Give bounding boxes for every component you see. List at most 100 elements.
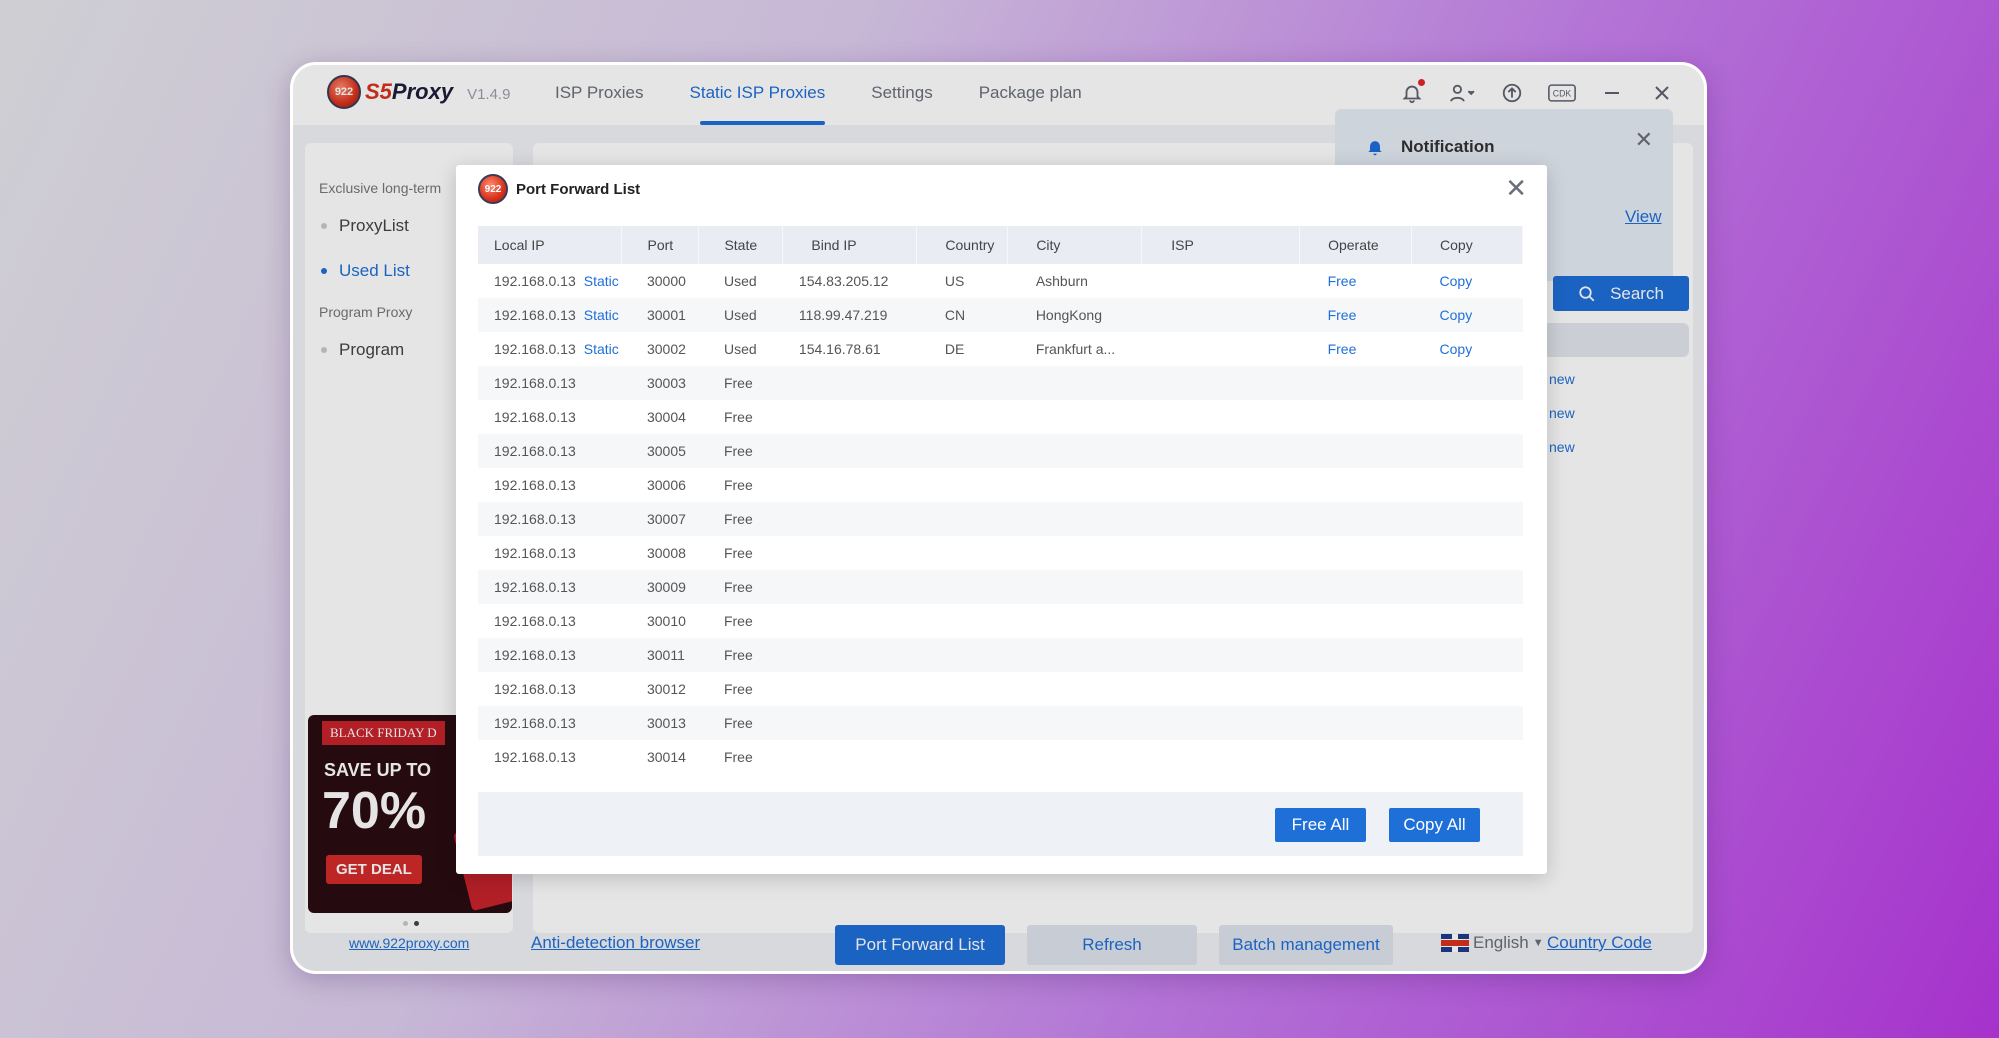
- port-cell: 30009: [646, 579, 686, 595]
- free-link[interactable]: Free: [1300, 298, 1412, 332]
- local-ip-value: 192.168.0.13: [494, 545, 576, 561]
- country-cell: DE: [944, 341, 965, 357]
- static-tag: Static: [583, 307, 619, 323]
- local-ip-cell: 192.168.0.13 Static: [478, 264, 622, 298]
- city-cell: [1008, 706, 1142, 740]
- copy-link: [1412, 672, 1523, 706]
- table-row: 192.168.0.13 Static 30001 Used 118.99.47.219…: [478, 298, 1523, 332]
- city-cell: Ashburn: [1035, 273, 1088, 289]
- copy-link[interactable]: Copy: [1412, 332, 1523, 366]
- local-ip-cell: 192.168.0.13: [478, 706, 622, 740]
- table-row: 192.168.0.13 30009 Free: [478, 570, 1523, 604]
- static-tag: Static: [583, 273, 619, 289]
- bind-ip-cell: [783, 638, 917, 672]
- copy-link: [1412, 502, 1523, 536]
- isp-cell: [1142, 638, 1300, 672]
- copy-link: [1412, 468, 1523, 502]
- local-ip-cell: 192.168.0.13: [478, 604, 622, 638]
- local-ip-value: 192.168.0.13: [494, 477, 576, 493]
- state-cell: Free: [723, 443, 753, 459]
- bind-ip-cell: 154.16.78.61: [798, 341, 881, 357]
- bind-ip-cell: [783, 740, 917, 774]
- isp-cell: [1142, 366, 1300, 400]
- local-ip-cell: 192.168.0.13 Static: [478, 332, 622, 366]
- free-all-button[interactable]: Free All: [1275, 808, 1366, 842]
- country-cell: CN: [944, 307, 966, 323]
- port-cell: 30011: [646, 647, 685, 663]
- isp-cell: [1142, 298, 1300, 332]
- city-cell: Frankfurt a...: [1035, 341, 1116, 357]
- bind-ip-cell: 154.83.205.12: [798, 273, 889, 289]
- table-row: 192.168.0.13 30012 Free: [478, 672, 1523, 706]
- isp-cell: [1142, 502, 1300, 536]
- city-cell: [1008, 502, 1142, 536]
- city-cell: [1008, 672, 1142, 706]
- local-ip-cell: 192.168.0.13: [478, 638, 622, 672]
- free-link: [1300, 604, 1412, 638]
- isp-cell: [1142, 740, 1300, 774]
- local-ip-cell: 192.168.0.13: [478, 434, 622, 468]
- isp-cell: [1142, 536, 1300, 570]
- dialog-footer: Free All Copy All: [478, 792, 1523, 856]
- copy-link: [1412, 570, 1523, 604]
- country-cell: [917, 672, 1008, 706]
- dialog-header: 922 Port Forward List ✕: [456, 165, 1547, 213]
- local-ip-cell: 192.168.0.13: [478, 672, 622, 706]
- port-cell: 30007: [646, 511, 686, 527]
- local-ip-value: 192.168.0.13: [494, 409, 576, 425]
- column-header: Local IP: [478, 226, 623, 264]
- bind-ip-cell: [783, 672, 917, 706]
- country-cell: [917, 706, 1008, 740]
- country-cell: [917, 502, 1008, 536]
- column-header: Copy: [1411, 226, 1523, 264]
- port-cell: 30005: [646, 443, 686, 459]
- city-cell: [1008, 740, 1142, 774]
- state-cell: Free: [723, 749, 753, 765]
- table-row: 192.168.0.13 30010 Free: [478, 604, 1523, 638]
- free-link: [1300, 502, 1412, 536]
- table-row: 192.168.0.13 30013 Free: [478, 706, 1523, 740]
- free-link: [1300, 672, 1412, 706]
- dialog-close-icon[interactable]: ✕: [1505, 175, 1527, 201]
- app-background: 922 S5Proxy V1.4.9 ISP Proxies Static IS…: [293, 65, 1704, 971]
- copy-link: [1412, 366, 1523, 400]
- copy-all-button[interactable]: Copy All: [1389, 808, 1480, 842]
- country-cell: [917, 400, 1008, 434]
- bind-ip-cell: 118.99.47.219: [798, 307, 888, 323]
- state-cell: Free: [723, 681, 753, 697]
- bind-ip-cell: [783, 400, 917, 434]
- free-link[interactable]: Free: [1300, 264, 1412, 298]
- copy-link: [1412, 638, 1523, 672]
- free-link: [1300, 536, 1412, 570]
- bind-ip-cell: [783, 502, 917, 536]
- copy-link: [1412, 706, 1523, 740]
- country-cell: [917, 468, 1008, 502]
- city-cell: [1008, 434, 1142, 468]
- column-header: Bind IP: [782, 226, 918, 264]
- free-link: [1300, 400, 1412, 434]
- state-cell: Free: [723, 647, 753, 663]
- country-cell: [917, 604, 1008, 638]
- port-cell: 30003: [646, 375, 686, 391]
- state-cell: Free: [723, 409, 753, 425]
- table-row: 192.168.0.13 Static 30002 Used 154.16.78.61 D…: [478, 332, 1523, 366]
- city-cell: [1008, 400, 1142, 434]
- isp-cell: [1142, 434, 1300, 468]
- copy-link[interactable]: Copy: [1412, 298, 1523, 332]
- bind-ip-cell: [783, 570, 917, 604]
- isp-cell: [1142, 468, 1300, 502]
- copy-link[interactable]: Copy: [1412, 264, 1523, 298]
- local-ip-value: 192.168.0.13: [494, 375, 576, 391]
- bind-ip-cell: [783, 366, 917, 400]
- table-row: 192.168.0.13 Static 30000 Used 154.83.205.12…: [478, 264, 1523, 298]
- column-header: Operate: [1299, 226, 1413, 264]
- copy-link: [1412, 536, 1523, 570]
- state-cell: Used: [723, 341, 757, 357]
- local-ip-value: 192.168.0.13: [494, 579, 576, 595]
- state-cell: Used: [723, 273, 757, 289]
- copy-link: [1412, 604, 1523, 638]
- column-header: ISP: [1141, 226, 1301, 264]
- local-ip-cell: 192.168.0.13: [478, 366, 622, 400]
- state-cell: Used: [723, 307, 757, 323]
- free-link[interactable]: Free: [1300, 332, 1412, 366]
